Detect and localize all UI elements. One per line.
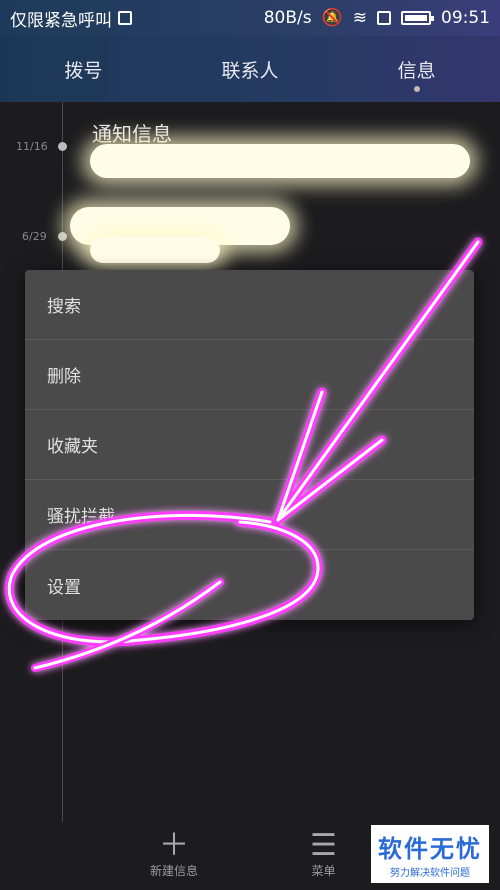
tab-messages[interactable]: 信息 xyxy=(333,36,500,102)
tab-dialer[interactable]: 拨号 xyxy=(0,36,167,102)
carrier-text: 仅限紧急呼叫 xyxy=(10,10,112,31)
conversation-title[interactable]: 通知信息 xyxy=(92,118,172,147)
menu-item-favorites[interactable]: 收藏夹 xyxy=(25,410,474,480)
tab-dialer-label: 拨号 xyxy=(64,59,103,82)
options-menu: 搜索 删除 收藏夹 骚扰拦截 设置 xyxy=(25,270,474,620)
menu-label: 菜单 xyxy=(311,864,336,878)
menu-item-settings[interactable]: 设置 xyxy=(25,550,474,620)
new-message-button[interactable]: ＋ 新建信息 xyxy=(150,830,198,879)
site-watermark: 软件无忧 努力解决软件问题 xyxy=(371,825,489,883)
menu-item-label: 删除 xyxy=(47,367,81,387)
menu-button[interactable]: ☰ 菜单 xyxy=(310,830,337,879)
screenshot-icon xyxy=(118,11,132,25)
conversation-date: 11/16 xyxy=(16,140,48,153)
menu-item-label: 搜索 xyxy=(47,297,81,317)
menu-icon: ☰ xyxy=(310,828,337,863)
status-bar: 仅限紧急呼叫 80B/s 🔕 ≋ 09:51 xyxy=(0,0,500,36)
tab-contacts[interactable]: 联系人 xyxy=(167,36,334,102)
menu-item-label: 骚扰拦截 xyxy=(47,507,115,527)
menu-item-spam-block[interactable]: 骚扰拦截 xyxy=(25,480,474,550)
clock: 09:51 xyxy=(441,8,490,28)
tab-bar: 拨号 联系人 信息 xyxy=(0,36,500,102)
menu-item-label: 设置 xyxy=(47,577,81,598)
timeline-dot xyxy=(58,232,67,241)
timeline-dot xyxy=(58,142,67,151)
new-message-label: 新建信息 xyxy=(150,864,199,878)
redaction-scribble xyxy=(90,144,470,178)
active-tab-indicator xyxy=(413,86,420,92)
sim-icon xyxy=(377,11,391,25)
mute-icon: 🔕 xyxy=(321,8,343,28)
watermark-subtitle: 努力解决软件问题 xyxy=(390,868,470,879)
tab-contacts-label: 联系人 xyxy=(221,59,279,82)
plus-icon: ＋ xyxy=(159,828,189,863)
wifi-icon: ≋ xyxy=(352,8,367,28)
battery-icon xyxy=(401,11,434,25)
menu-item-label: 收藏夹 xyxy=(47,437,98,457)
menu-item-search[interactable]: 搜索 xyxy=(25,270,474,340)
menu-item-delete[interactable]: 删除 xyxy=(25,340,474,410)
conversation-date: 6/29 xyxy=(22,230,47,243)
network-speed: 80B/s xyxy=(263,8,312,28)
redaction-scribble xyxy=(90,237,220,263)
watermark-title: 软件无忧 xyxy=(378,835,482,863)
tab-messages-label: 信息 xyxy=(397,59,436,82)
